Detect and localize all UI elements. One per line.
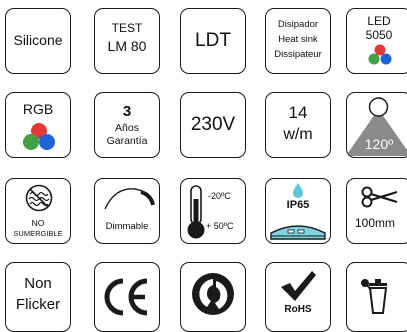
beam-angle-label: 120º bbox=[364, 136, 394, 152]
ce-mark-icon bbox=[104, 278, 148, 316]
non-flicker-non-label: Non bbox=[24, 275, 52, 292]
temp-high-label: -20ºC bbox=[208, 191, 231, 201]
led-strip-profile-icon bbox=[270, 225, 326, 240]
non-flicker-tile: Non Flicker bbox=[5, 262, 71, 332]
rohs-tile: RoHS bbox=[265, 262, 331, 332]
dimming-arc-icon bbox=[104, 188, 155, 210]
ip-rating-tile: IP65 bbox=[265, 178, 331, 244]
dimmable-label: Dimmable bbox=[105, 221, 149, 232]
power-tile: 14 w/m bbox=[265, 92, 331, 158]
silicone-label: Silicone bbox=[13, 32, 63, 49]
scissors-icon bbox=[361, 186, 398, 208]
rgb-tile: RGB bbox=[5, 92, 71, 158]
cut-length-label: 100mm bbox=[355, 216, 396, 230]
not-submersible-no-label: NO bbox=[31, 218, 45, 228]
led-label: LED bbox=[367, 14, 391, 28]
rgb-label: RGB bbox=[22, 101, 54, 117]
temp-low-label: + 50ºC bbox=[206, 221, 234, 231]
power-value: 14 bbox=[288, 103, 308, 122]
not-submersible-tile: NO SUMERGIBLE bbox=[5, 178, 71, 244]
warranty-garantia-label: Garantía bbox=[106, 135, 148, 147]
recycling-tile bbox=[180, 262, 246, 332]
test-label: TEST bbox=[111, 21, 143, 35]
rgb-circles-icon bbox=[23, 123, 55, 150]
cut-length-tile: 100mm bbox=[346, 178, 407, 244]
no-water-icon bbox=[25, 184, 53, 212]
voltage-label: 230V bbox=[190, 113, 236, 135]
green-dot-recycling-icon bbox=[192, 273, 234, 315]
power-unit: w/m bbox=[283, 126, 313, 143]
led-model-label: 5050 bbox=[365, 28, 393, 42]
disipador-label: Disipador bbox=[277, 19, 319, 30]
dimmable-tile: Dimmable bbox=[94, 178, 160, 244]
ip-rating-label: IP65 bbox=[286, 199, 310, 211]
lm80-label: LM 80 bbox=[107, 38, 147, 54]
water-drop-icon bbox=[293, 183, 303, 198]
temperature-tile: -20ºC + 50ºC bbox=[180, 178, 246, 244]
dissipateur-label: Dissipateur bbox=[274, 49, 322, 60]
thermometer-icon bbox=[187, 185, 205, 239]
heat-sink-label: Heat sink bbox=[278, 34, 318, 45]
warranty-tile: 3 Años Garantía bbox=[94, 92, 160, 158]
ce-mark-tile bbox=[94, 262, 160, 332]
heat-sink-tile: Disipador Heat sink Dissipateur bbox=[265, 8, 331, 74]
ldt-tile: LDT bbox=[180, 8, 246, 74]
ldt-label: LDT bbox=[195, 29, 231, 51]
beam-angle-tile: 120º bbox=[346, 92, 407, 158]
weee-bin-tile bbox=[346, 262, 407, 332]
warranty-years: 3 bbox=[122, 103, 132, 120]
trash-bin-icon bbox=[361, 279, 388, 314]
rohs-checkmark-icon bbox=[281, 271, 316, 301]
not-submersible-label: SUMERGIBLE bbox=[13, 229, 63, 238]
voltage-tile: 230V bbox=[180, 92, 246, 158]
non-flicker-flicker-label: Flicker bbox=[15, 296, 61, 313]
rohs-label: RoHS bbox=[284, 304, 312, 315]
warranty-anos-label: Años bbox=[115, 122, 139, 134]
silicone-tile: Silicone bbox=[5, 8, 71, 74]
rgb-dots-icon bbox=[368, 44, 392, 65]
test-lm80-tile: TEST LM 80 bbox=[94, 8, 160, 74]
led-5050-tile: LED 5050 bbox=[346, 8, 407, 74]
